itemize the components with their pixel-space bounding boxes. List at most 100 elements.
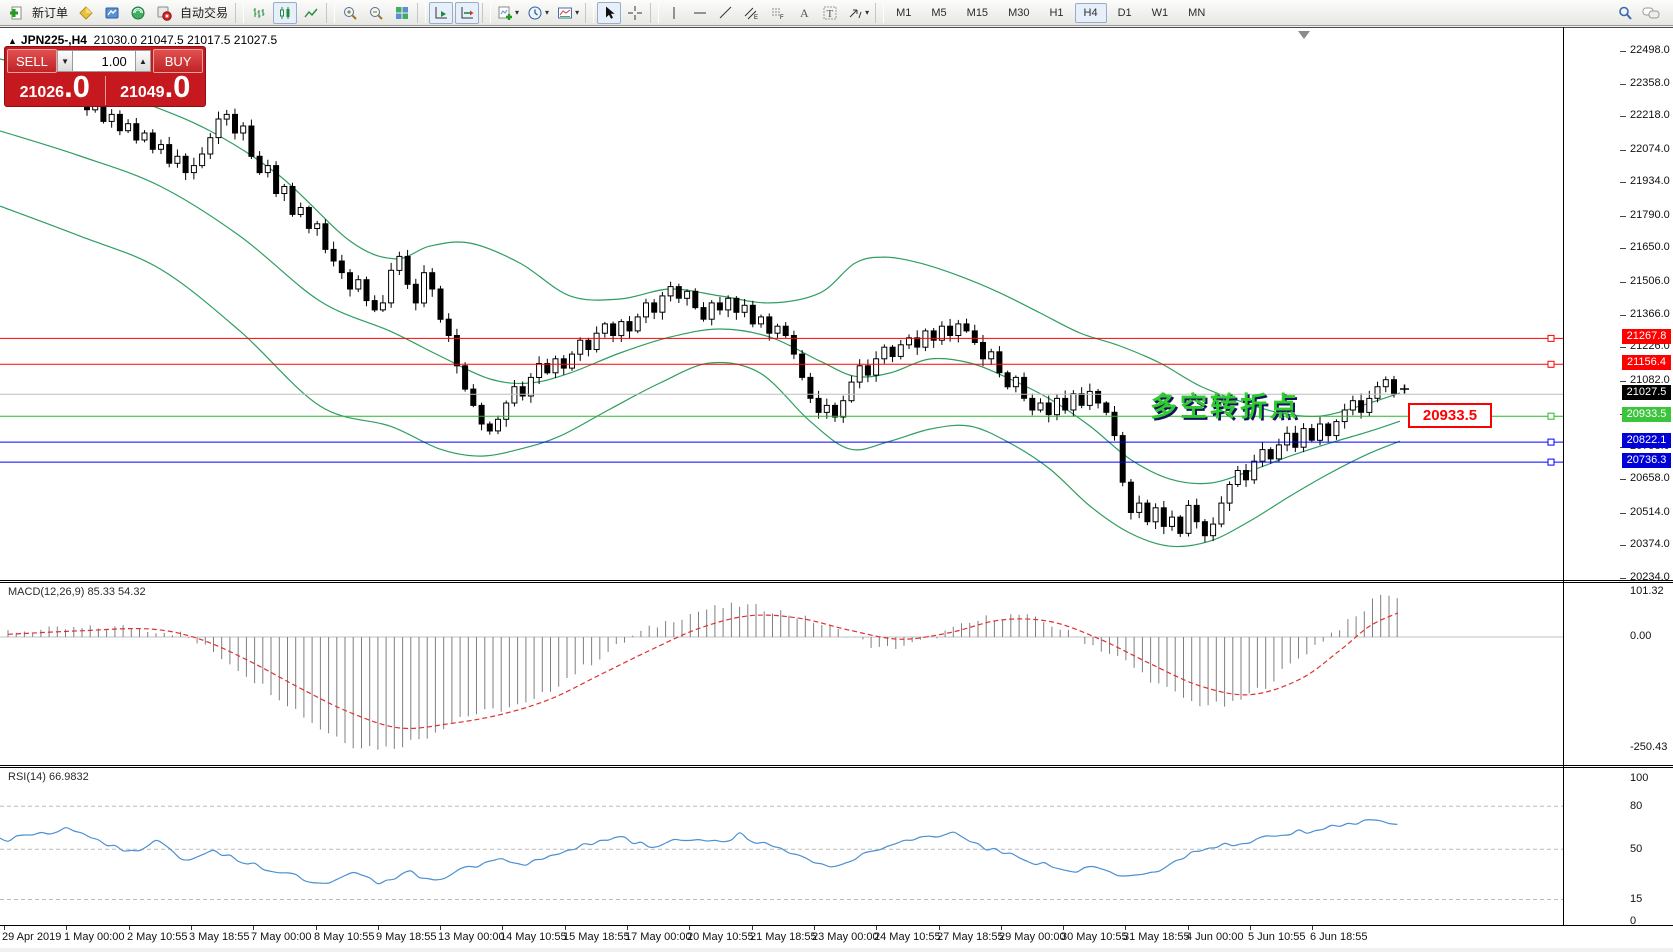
timeframe-button-M15[interactable]: M15 <box>958 3 997 23</box>
time-tick <box>1188 926 1189 930</box>
fibonacci-button[interactable]: F <box>766 2 790 24</box>
line-chart-button[interactable] <box>299 2 323 24</box>
search-button[interactable] <box>1613 2 1637 24</box>
auto-scroll-icon <box>435 6 448 18</box>
market-watch-button[interactable] <box>100 2 124 24</box>
equidistant-channel-button[interactable]: E <box>740 2 764 24</box>
time-tick <box>378 926 379 930</box>
new-order-icon <box>10 6 22 19</box>
bollinger-lower-band[interactable] <box>0 205 1401 548</box>
crosshair-icon <box>628 5 643 20</box>
horizontal-line-icon <box>694 12 707 13</box>
time-tick <box>66 926 67 930</box>
line-handle[interactable] <box>1547 334 1555 342</box>
svg-text:E: E <box>754 15 758 21</box>
time-label: 29 Apr 2019 <box>2 931 62 943</box>
time-tick <box>191 926 192 930</box>
line-handle[interactable] <box>1547 458 1555 466</box>
time-axis[interactable]: 29 Apr 2019 1 May 00:00 2 May 10:55 3 May 1… <box>0 925 1673 948</box>
chat-button[interactable] <box>1639 2 1663 24</box>
time-tick <box>814 926 815 930</box>
text-label-button[interactable]: T <box>818 2 842 24</box>
new-chart-button[interactable]: ▾ <box>494 2 522 24</box>
rsi-label: RSI(14) 66.9832 <box>8 771 89 783</box>
candle-chart-button[interactable] <box>273 1 298 24</box>
candle-chart-icon <box>280 6 290 19</box>
time-tick <box>129 926 130 930</box>
autotrading-button[interactable] <box>152 2 176 24</box>
timeframe-button-H1[interactable]: H1 <box>1040 3 1072 23</box>
buy-price[interactable]: 21049.0 <box>106 71 206 107</box>
chart-annotation-text[interactable]: 多空转折点 <box>1150 385 1300 424</box>
collapse-triangle-icon[interactable]: ▲ <box>8 36 17 46</box>
auto-scroll-button[interactable] <box>429 1 454 24</box>
line-handle[interactable] <box>1547 360 1555 368</box>
mt4-window: 新订单 自动交易 ▾ ▾ ▾ E F A T ▾ M1 M5 M15 M30 H… <box>0 0 1673 952</box>
sell-price-main: 21026 <box>19 84 65 101</box>
autotrading-icon <box>157 6 172 21</box>
timeframe-button-W1[interactable]: W1 <box>1143 3 1178 23</box>
template-button[interactable]: ▾ <box>554 2 582 24</box>
vertical-line-button[interactable] <box>662 2 686 24</box>
strategy-tester-button[interactable] <box>126 2 150 24</box>
text-button[interactable]: A <box>792 2 816 24</box>
timeframe-button-M30[interactable]: M30 <box>999 3 1038 23</box>
timeframe-button-H4[interactable]: H4 <box>1074 2 1107 23</box>
horizontal-line-button[interactable] <box>688 2 712 24</box>
time-label: 24 May 10:55 <box>874 931 941 943</box>
zoom-out-button[interactable] <box>364 2 388 24</box>
volume-increase-button[interactable]: ▲ <box>134 50 152 72</box>
crosshair-button[interactable] <box>623 2 647 24</box>
toolbar-separator <box>875 2 885 23</box>
trendline-button[interactable] <box>714 2 738 24</box>
rsi-line <box>0 819 1398 885</box>
fibonacci-icon: F <box>772 8 784 21</box>
bar-chart-button[interactable] <box>247 2 271 24</box>
time-label: 23 May 00:00 <box>812 931 879 943</box>
arrows-button[interactable]: ▾ <box>844 2 872 24</box>
trendline-icon <box>719 6 732 18</box>
time-label: 5 Jun 10:55 <box>1248 931 1306 943</box>
timeframe-button-MN[interactable]: MN <box>1179 3 1214 23</box>
rsi-svg[interactable] <box>0 768 1563 925</box>
zoom-in-button[interactable] <box>338 2 362 24</box>
timeframe-button-D1[interactable]: D1 <box>1109 3 1141 23</box>
cursor-button[interactable] <box>597 1 622 24</box>
autotrading-label[interactable]: 自动交易 <box>180 4 228 21</box>
chart-annotation-price-box[interactable]: 20933.5 <box>1408 403 1492 428</box>
toolbar-separator <box>585 2 595 23</box>
strategy-tester-icon <box>131 6 145 19</box>
text-icon: A <box>800 6 809 20</box>
time-label: 29 May 00:00 <box>999 931 1066 943</box>
bollinger-middle-band[interactable] <box>0 130 1401 485</box>
timeframe-button-M5[interactable]: M5 <box>922 3 955 23</box>
metaeditor-button[interactable] <box>74 2 98 24</box>
new-order-button[interactable] <box>4 2 28 24</box>
macd-svg[interactable] <box>0 583 1563 765</box>
chart-shift-button[interactable] <box>455 1 480 24</box>
time-label: 27 May 18:55 <box>937 931 1004 943</box>
candles[interactable] <box>84 97 1397 543</box>
chart-shift-marker[interactable] <box>1298 31 1310 39</box>
period-button[interactable]: ▾ <box>524 2 552 24</box>
line-handle[interactable] <box>1547 438 1555 446</box>
zoom-in-icon <box>344 6 357 20</box>
bar-chart-icon <box>253 7 265 18</box>
bollinger-upper-band[interactable] <box>0 58 1401 418</box>
time-tick <box>316 926 317 930</box>
time-tick <box>939 926 940 930</box>
new-order-label[interactable]: 新订单 <box>32 4 68 21</box>
vertical-line-icon <box>673 6 675 19</box>
line-handle[interactable] <box>1547 412 1555 420</box>
time-label: 20 May 10:55 <box>687 931 754 943</box>
timeframe-button-M1[interactable]: M1 <box>887 3 920 23</box>
main-chart-svg[interactable] <box>0 28 1563 580</box>
time-label: 13 May 00:00 <box>438 931 505 943</box>
tile-windows-button[interactable] <box>390 2 414 24</box>
new-chart-icon <box>498 6 513 20</box>
sell-button[interactable]: SELL <box>7 49 57 73</box>
sell-price[interactable]: 21026.0 <box>5 71 105 107</box>
time-label: 30 May 10:55 <box>1061 931 1128 943</box>
svg-text:T: T <box>827 8 834 20</box>
timeframe-group: M1 M5 M15 M30 H1 H4 D1 W1 MN <box>886 2 1215 23</box>
